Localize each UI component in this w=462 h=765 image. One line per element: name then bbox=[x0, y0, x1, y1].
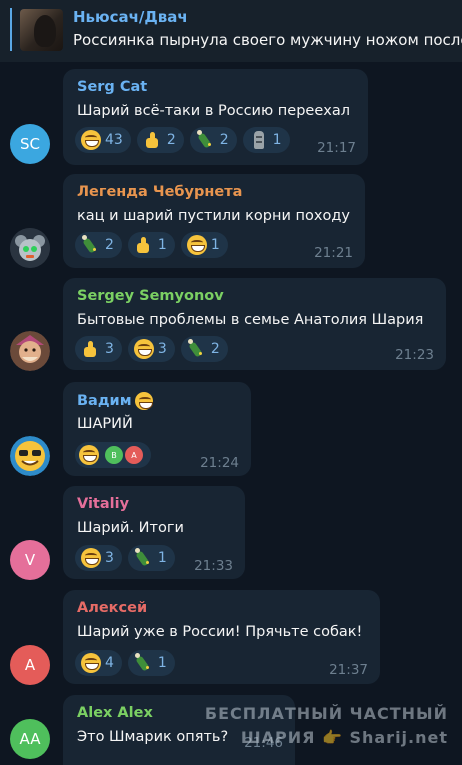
author-name-row[interactable]: Вадим bbox=[77, 392, 153, 410]
avatar[interactable]: V bbox=[10, 540, 50, 580]
reactor-avatar: В bbox=[103, 444, 125, 466]
smiley-status-icon bbox=[134, 392, 153, 410]
grinning-icon bbox=[133, 339, 154, 359]
reaction-count: 2 bbox=[105, 237, 114, 253]
reaction[interactable]: 1 bbox=[127, 650, 175, 676]
message-bubble[interactable]: Легенда Чебурнета кац и шарий пустили ко… bbox=[63, 174, 365, 268]
avatar[interactable] bbox=[10, 228, 50, 268]
reaction[interactable]: 2 bbox=[180, 336, 228, 362]
reactions: 3 3 2 bbox=[75, 336, 228, 362]
champagne-icon bbox=[187, 339, 207, 359]
message-time: 21:24 bbox=[200, 455, 239, 471]
grinning-icon bbox=[81, 653, 101, 673]
warrior-avatar-icon bbox=[10, 331, 50, 371]
message-time: 21:33 bbox=[194, 558, 233, 574]
message-time: 21:37 bbox=[329, 662, 368, 678]
reaction-count: 1 bbox=[157, 237, 167, 253]
champagne-icon bbox=[196, 130, 216, 150]
reactions: 4 1 bbox=[75, 650, 175, 676]
author-name[interactable]: Легенда Чебурнета bbox=[77, 184, 242, 200]
grinning-icon bbox=[79, 445, 99, 465]
watermark-line-1: БЕСПЛАТНЫЙ ЧАСТНЫЙ bbox=[204, 704, 448, 723]
moai-icon bbox=[249, 130, 269, 150]
avatar[interactable] bbox=[10, 436, 50, 476]
avatar[interactable] bbox=[10, 331, 50, 371]
reaction[interactable]: 1 bbox=[242, 127, 290, 153]
reaction[interactable]: 1 bbox=[180, 232, 228, 258]
champagne-icon bbox=[81, 235, 101, 255]
avatar[interactable]: SC bbox=[10, 124, 50, 164]
reaction-count: 3 bbox=[105, 550, 114, 566]
reaction[interactable]: 4 bbox=[75, 650, 122, 676]
reaction[interactable]: 43 bbox=[75, 127, 131, 153]
message-bubble[interactable]: Vitaliy Шарий. Итоги 3 1 21:33 bbox=[63, 486, 245, 579]
champagne-icon bbox=[134, 548, 154, 568]
message-text: Шарий уже в России! Прячьте собак! bbox=[77, 624, 363, 640]
grinning-icon bbox=[81, 130, 101, 150]
thumbs-up-icon bbox=[134, 235, 154, 255]
message-bubble[interactable]: Sergey Semyonov Бытовые проблемы в семье… bbox=[63, 278, 446, 370]
author-name[interactable]: Alex Alex bbox=[77, 705, 153, 721]
champagne-icon bbox=[134, 653, 154, 673]
message-text: Шарий. Итоги bbox=[77, 520, 184, 536]
reaction[interactable]: 2 bbox=[136, 127, 184, 153]
message-text: Бытовые проблемы в семье Анатолия Шария bbox=[77, 312, 424, 328]
reaction[interactable]: В A bbox=[75, 442, 151, 468]
reaction[interactable]: 2 bbox=[75, 232, 122, 258]
author-name[interactable]: Sergey Semyonov bbox=[77, 288, 224, 304]
message-time: 21:23 bbox=[395, 347, 434, 363]
message-bubble[interactable]: Вадим ШАРИЙ В A 21:24 bbox=[63, 382, 251, 476]
reaction-count: 2 bbox=[210, 341, 220, 357]
reactions: 43 2 2 1 bbox=[75, 127, 290, 153]
sunglasses-smiley-avatar-icon bbox=[10, 436, 50, 476]
reaction[interactable]: 3 bbox=[75, 545, 122, 571]
pinned-thumbnail bbox=[20, 9, 63, 51]
grinning-icon bbox=[81, 548, 101, 568]
message-time: 21:17 bbox=[317, 140, 356, 156]
reaction[interactable]: 1 bbox=[127, 232, 175, 258]
reaction-count: 1 bbox=[157, 655, 167, 671]
reaction-count: 43 bbox=[105, 132, 123, 148]
message-bubble[interactable]: Serg Cat Шарий всё-таки в Россию перееха… bbox=[63, 69, 368, 165]
reaction-count: 1 bbox=[210, 237, 220, 253]
thumbs-up-icon bbox=[81, 339, 101, 359]
message-time: 21:21 bbox=[314, 245, 353, 261]
pinned-accent-bar bbox=[10, 8, 12, 51]
message-text: Шарий всё-таки в Россию переехал bbox=[77, 103, 350, 119]
reaction[interactable]: 3 bbox=[75, 336, 122, 362]
pinned-title: Ньюсач/Двач bbox=[73, 8, 188, 26]
reactions: В A bbox=[75, 442, 151, 468]
pinned-text: Россиянка пырнула своего мужчину ножом п… bbox=[73, 31, 462, 49]
reaction[interactable]: 1 bbox=[127, 545, 175, 571]
reaction-count: 1 bbox=[157, 550, 167, 566]
author-name[interactable]: Vitaliy bbox=[77, 496, 129, 512]
author-name[interactable]: Алексей bbox=[77, 600, 147, 616]
message-bubble[interactable]: Алексей Шарий уже в России! Прячьте соба… bbox=[63, 590, 380, 684]
message-text: ШАРИЙ bbox=[77, 416, 133, 432]
reaction-count: 2 bbox=[166, 132, 176, 148]
reaction[interactable]: 3 bbox=[127, 336, 175, 362]
reaction-count: 1 bbox=[272, 132, 282, 148]
reaction-count: 3 bbox=[157, 341, 167, 357]
reactor-avatar: A bbox=[123, 444, 145, 466]
author-name[interactable]: Serg Cat bbox=[77, 79, 147, 95]
pinned-message-bar[interactable]: Ньюсач/Двач Россиянка пырнула своего муж… bbox=[0, 0, 462, 62]
author-name[interactable]: Вадим bbox=[77, 393, 132, 409]
reactions: 3 1 bbox=[75, 545, 175, 571]
avatar[interactable]: A bbox=[10, 645, 50, 685]
watermark-line-2: ШАРИЯ 👉 Sharij.net bbox=[240, 728, 448, 747]
robot-avatar-icon bbox=[10, 228, 50, 268]
avatar[interactable]: AA bbox=[10, 719, 50, 759]
reaction-count: 3 bbox=[105, 341, 114, 357]
thumbs-up-icon bbox=[143, 130, 163, 150]
grinning-icon bbox=[186, 235, 207, 255]
message-text: Это Шмарик опять? bbox=[77, 729, 229, 745]
reaction-count: 4 bbox=[105, 655, 114, 671]
reaction[interactable]: 2 bbox=[189, 127, 237, 153]
reaction-count: 2 bbox=[219, 132, 229, 148]
reactions: 2 1 1 bbox=[75, 232, 228, 258]
message-text: кац и шарий пустили корни походу bbox=[77, 208, 350, 224]
